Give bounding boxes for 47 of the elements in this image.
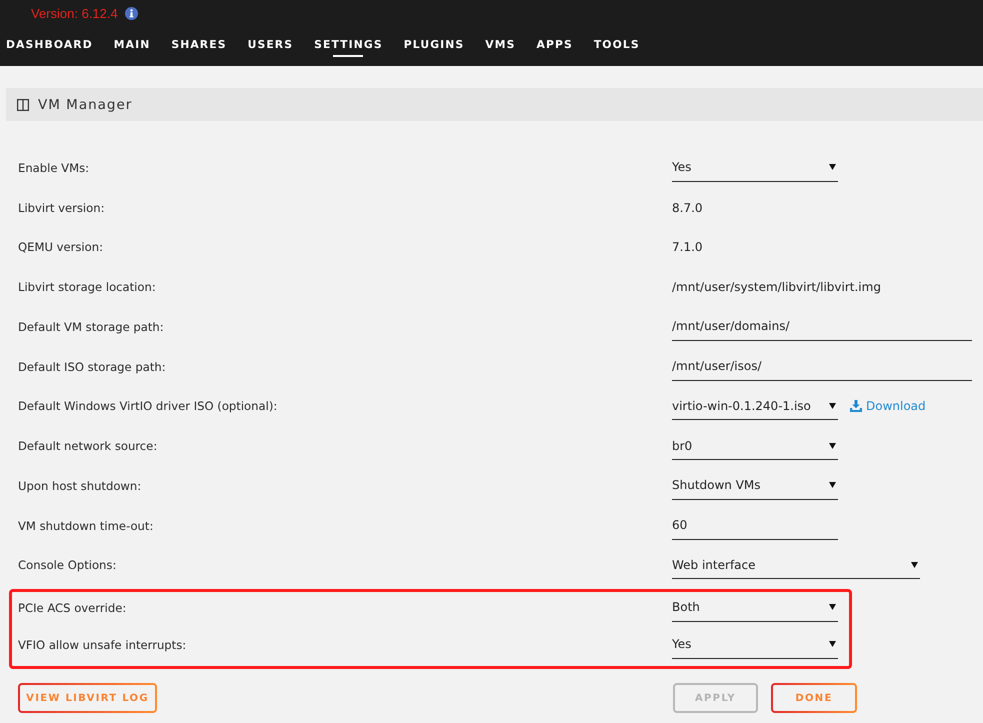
setting-label: Libvirt version: <box>18 200 104 215</box>
text-field[interactable]: /mnt/user/isos/ <box>672 352 972 381</box>
download-icon <box>850 400 862 412</box>
caret-icon <box>829 402 836 409</box>
nav-tab[interactable]: USERS <box>248 37 294 57</box>
version-label: Version: 6.12.4 <box>31 6 118 20</box>
caret-icon <box>829 604 836 610</box>
nav-tab[interactable]: TOOLS <box>594 37 640 57</box>
setting-value: 8.7.0 <box>672 200 704 215</box>
nav-tab[interactable]: MAIN <box>114 37 150 57</box>
nav-tab[interactable]: SHARES <box>171 37 227 57</box>
setting-value: 7.1.0 <box>672 240 704 254</box>
nav-tab[interactable]: SETTINGS <box>314 37 383 57</box>
dropdown[interactable]: br0 <box>672 432 838 460</box>
nav-tab[interactable]: APPS <box>536 37 573 57</box>
number-field[interactable]: 60 <box>672 512 838 540</box>
setting-label: Default VM storage path: <box>18 320 164 334</box>
caret-icon <box>829 164 836 170</box>
dropdown[interactable]: virtio-win-0.1.240-1.iso <box>672 392 838 420</box>
setting-label: VM shutdown time-out: <box>18 518 154 533</box>
nav-tab[interactable]: DASHBOARD <box>6 37 93 57</box>
dropdown[interactable]: Yes <box>672 154 838 182</box>
panel-title: VM Manager <box>38 96 132 112</box>
dropdown[interactable]: Both <box>672 594 838 622</box>
dropdown[interactable]: Yes <box>672 630 838 659</box>
setting-label: Default ISO storage path: <box>18 360 166 374</box>
dropdown[interactable]: Shutdown VMs <box>672 472 838 500</box>
setting-label: Libvirt storage location: <box>18 280 156 294</box>
caret-icon <box>829 482 836 488</box>
setting-label: PCIe ACS override: <box>18 600 126 615</box>
setting-label: Console Options: <box>18 558 116 572</box>
setting-value: /mnt/user/system/libvirt/libvirt.img <box>672 280 882 294</box>
dropdown[interactable]: Web interface <box>672 551 920 580</box>
setting-label: Default network source: <box>18 439 158 454</box>
caret-icon <box>829 641 836 648</box>
nav-tab[interactable]: VMS <box>485 37 516 57</box>
setting-label: VFIO allow unsafe interrupts: <box>18 638 186 652</box>
setting-label: Upon host shutdown: <box>18 478 142 493</box>
nav-tab[interactable]: PLUGINS <box>404 37 464 57</box>
text-field[interactable]: /mnt/user/domains/ <box>672 312 972 341</box>
setting-label: QEMU version: <box>18 240 103 254</box>
caret-icon <box>911 562 918 568</box>
caret-icon <box>829 442 836 449</box>
setting-label: Default Windows VirtIO driver ISO (optional): <box>18 399 278 414</box>
setting-label: Enable VMs: <box>18 160 90 175</box>
columns-icon <box>17 98 29 110</box>
info-icon[interactable] <box>124 6 138 20</box>
